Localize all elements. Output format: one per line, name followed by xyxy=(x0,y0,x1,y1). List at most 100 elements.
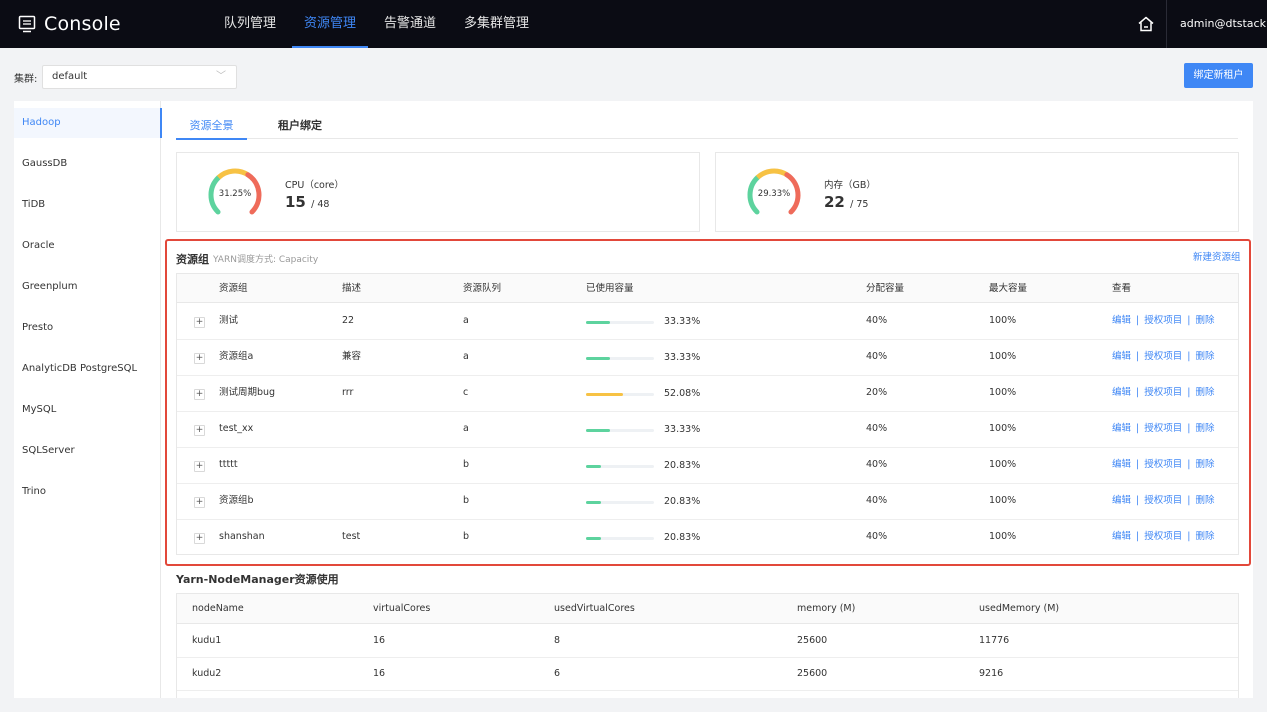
authorize-projects-link[interactable]: 授权项目 xyxy=(1144,351,1182,362)
resource-group-table: 资源组 描述 资源队列 已使用容量 分配容量 最大容量 查看 + 测试 22 a 33.… xyxy=(176,273,1239,555)
col-description: 描述 xyxy=(342,283,362,294)
nav-alert-channel[interactable]: 告警通道 xyxy=(372,0,448,48)
cell-used-memory: 11776 xyxy=(979,635,1010,646)
sidebar-item-mysql[interactable]: MySQL xyxy=(14,395,161,425)
cell-queue: a xyxy=(463,423,469,434)
row-actions: 编辑 | 授权项目 | 删除 xyxy=(1112,340,1214,374)
cell-node-name: kudu2 xyxy=(192,668,222,679)
cell-description: rrr xyxy=(342,387,354,398)
content-tabs: 资源全景 租户绑定 xyxy=(176,117,1238,140)
table-row: + 资源组a 兼容 a 33.33% 40% 100% 编辑 | 授权项目 | 删除 xyxy=(177,340,1238,376)
table-row: kudu1 16 8 25600 11776 xyxy=(177,625,1238,658)
cell-used-capacity: 33.33% xyxy=(664,352,701,363)
authorize-projects-link[interactable]: 授权项目 xyxy=(1144,531,1182,542)
expand-row-icon[interactable]: + xyxy=(194,425,205,436)
tab-tenant-binding[interactable]: 租户绑定 xyxy=(278,117,322,139)
delete-link[interactable]: 删除 xyxy=(1195,315,1214,326)
edit-link[interactable]: 编辑 xyxy=(1112,423,1131,434)
nav-resource-management[interactable]: 资源管理 xyxy=(292,0,369,48)
main-panel: Hadoop GaussDB TiDB Oracle Greenplum Pre… xyxy=(14,101,1253,698)
node-manager-table-header: nodeName virtualCores usedVirtualCores m… xyxy=(177,594,1238,624)
home-icon[interactable] xyxy=(1137,15,1155,33)
edit-link[interactable]: 编辑 xyxy=(1112,387,1131,398)
expand-row-icon[interactable]: + xyxy=(194,317,205,328)
table-row: + 测试周期bug rrr c 52.08% 20% 100% 编辑 | 授权项目 | 删除 xyxy=(177,376,1238,412)
sidebar-item-oracle[interactable]: Oracle xyxy=(14,231,161,261)
gauge-segment xyxy=(755,168,789,180)
authorize-projects-link[interactable]: 授权项目 xyxy=(1144,387,1182,398)
sidebar-item-trino[interactable]: Trino xyxy=(14,477,161,507)
action-separator: | xyxy=(1136,423,1140,434)
cell-resource-group: test_xx xyxy=(219,423,254,434)
cell-used-capacity: 33.33% xyxy=(664,316,701,327)
authorize-projects-link[interactable]: 授权项目 xyxy=(1144,315,1182,326)
col-used-virtual-cores: usedVirtualCores xyxy=(554,603,635,614)
expand-row-icon[interactable]: + xyxy=(194,461,205,472)
cell-description: test xyxy=(342,531,361,542)
usage-bar-track xyxy=(586,501,654,504)
usage-bar-fill xyxy=(586,537,601,540)
usage-bar-fill xyxy=(586,501,601,504)
delete-link[interactable]: 删除 xyxy=(1195,387,1214,398)
cell-queue: a xyxy=(463,351,469,362)
delete-link[interactable]: 删除 xyxy=(1195,531,1214,542)
nav-multi-cluster[interactable]: 多集群管理 xyxy=(452,0,541,48)
cell-resource-group: 测试 xyxy=(219,315,239,326)
cell-memory: 25600 xyxy=(797,668,828,679)
cell-queue: b xyxy=(463,531,470,542)
cpu-used: 15 xyxy=(285,193,306,211)
sidebar-item-gaussdb[interactable]: GaussDB xyxy=(14,149,161,179)
expand-row-icon[interactable]: + xyxy=(194,533,205,544)
usage-bar-fill xyxy=(586,465,601,468)
cell-allocated-capacity: 40% xyxy=(866,531,888,542)
authorize-projects-link[interactable]: 授权项目 xyxy=(1144,495,1182,506)
memory-percent: 29.33% xyxy=(757,189,791,199)
cell-max-capacity: 100% xyxy=(989,495,1017,506)
nav-queue-management[interactable]: 队列管理 xyxy=(212,0,288,48)
delete-link[interactable]: 删除 xyxy=(1195,495,1214,506)
cell-max-capacity: 100% xyxy=(989,351,1017,362)
sidebar-item-hadoop[interactable]: Hadoop xyxy=(14,108,162,138)
authorize-projects-link[interactable]: 授权项目 xyxy=(1144,423,1182,434)
edit-link[interactable]: 编辑 xyxy=(1112,459,1131,470)
bind-tenant-button[interactable]: 绑定新租户 xyxy=(1184,63,1253,88)
sidebar-item-greenplum[interactable]: Greenplum xyxy=(14,272,161,302)
new-resource-group-button[interactable]: 新建资源组 xyxy=(1193,249,1241,263)
expand-row-icon[interactable]: + xyxy=(194,497,205,508)
edit-link[interactable]: 编辑 xyxy=(1112,495,1131,506)
action-separator: | xyxy=(1187,351,1191,362)
edit-link[interactable]: 编辑 xyxy=(1112,315,1131,326)
delete-link[interactable]: 删除 xyxy=(1195,423,1214,434)
usage-bar-track xyxy=(586,429,654,432)
sidebar-item-tidb[interactable]: TiDB xyxy=(14,190,161,220)
table-row: + 测试 22 a 33.33% 40% 100% 编辑 | 授权项目 | 删除 xyxy=(177,304,1238,340)
tab-resource-overview[interactable]: 资源全景 xyxy=(176,117,247,140)
edit-link[interactable]: 编辑 xyxy=(1112,351,1131,362)
cpu-percent: 31.25% xyxy=(218,189,252,199)
delete-link[interactable]: 删除 xyxy=(1195,459,1214,470)
cluster-selected-value: default xyxy=(52,71,88,82)
cluster-select[interactable]: default ﹀ xyxy=(42,65,237,89)
sidebar-item-sqlserver[interactable]: SQLServer xyxy=(14,436,161,466)
engine-sidebar: Hadoop GaussDB TiDB Oracle Greenplum Pre… xyxy=(14,101,162,698)
authorize-projects-link[interactable]: 授权项目 xyxy=(1144,459,1182,470)
sidebar-item-analyticdb-postgresql[interactable]: AnalyticDB PostgreSQL xyxy=(14,354,161,384)
cell-used-virtual-cores: 6 xyxy=(554,668,561,679)
cell-max-capacity: 100% xyxy=(989,423,1017,434)
user-menu[interactable]: admin@dtstack... xyxy=(1180,0,1267,48)
row-actions: 编辑 | 授权项目 | 删除 xyxy=(1112,484,1214,518)
action-separator: | xyxy=(1187,315,1191,326)
main-nav: 队列管理 资源管理 告警通道 多集群管理 xyxy=(212,0,545,48)
col-allocated-capacity: 分配容量 xyxy=(866,283,905,294)
brand[interactable]: Console xyxy=(18,13,121,35)
expand-row-icon[interactable]: + xyxy=(194,353,205,364)
delete-link[interactable]: 删除 xyxy=(1195,351,1214,362)
cell-allocated-capacity: 40% xyxy=(866,423,888,434)
sidebar-item-presto[interactable]: Presto xyxy=(14,313,161,343)
usage-bar-track xyxy=(586,465,654,468)
cell-queue: c xyxy=(463,387,469,398)
expand-row-icon[interactable]: + xyxy=(194,389,205,400)
edit-link[interactable]: 编辑 xyxy=(1112,531,1131,542)
action-separator: | xyxy=(1136,387,1140,398)
resource-group-table-header: 资源组 描述 资源队列 已使用容量 分配容量 最大容量 查看 xyxy=(177,274,1238,303)
